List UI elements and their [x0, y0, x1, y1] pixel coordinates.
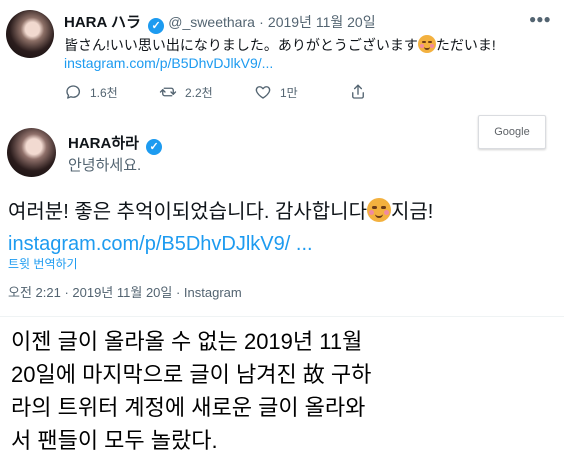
handle[interactable]: @_sweethara: [168, 14, 255, 30]
tweet-text-main: 皆さん!いい思い出になりました。ありがとうございます: [64, 37, 418, 53]
tweet-header: HARA ハラ ✓ @_sweethara · 2019년 11월 20일: [64, 12, 534, 34]
detail-subtitle: 안녕하세요.: [68, 157, 142, 174]
tweet-text: 皆さん!いい思い出になりました。ありがとうございます ただいま!: [64, 35, 552, 55]
translated-tweet-body: 여러분! 좋은 추억이되었습니다. 감사합니다 지금!: [8, 198, 558, 226]
tweet-date[interactable]: 2019년 11월 20일: [268, 14, 376, 30]
share-action[interactable]: [349, 83, 419, 101]
verified-badge-icon: ✓: [146, 139, 163, 155]
divider: [0, 316, 564, 317]
detail-instagram-link[interactable]: instagram.com/p/B5DhvDJlkV9/ ...: [8, 230, 313, 258]
detail-display-name-text[interactable]: HARA하라: [68, 135, 139, 152]
google-translate-badge[interactable]: Google: [478, 115, 546, 149]
tweet-text-ending: ただいま!: [435, 37, 496, 53]
smiling-face-emoji-icon: [366, 198, 391, 222]
retweet-action[interactable]: 2.2천: [159, 83, 229, 101]
more-icon[interactable]: ●●●: [529, 12, 551, 26]
like-count: 1만: [280, 85, 298, 100]
news-caption: 이젠 글이 올라올 수 없는 2019년 11월 20일에 마지막으로 글이 남…: [11, 329, 372, 453]
retweet-icon: [159, 87, 177, 97]
retweet-count: 2.2천: [185, 85, 213, 100]
share-icon: [352, 84, 364, 99]
heart-icon: [255, 86, 271, 99]
instagram-link[interactable]: instagram.com/p/B5DhvDJlkV9/...: [64, 54, 273, 73]
verified-badge-icon: ✓: [148, 18, 165, 34]
translate-tweet-link[interactable]: 트윗 번역하기: [8, 255, 78, 273]
reply-action[interactable]: 1.6천: [64, 83, 134, 101]
top-tweet-card[interactable]: HARA ハラ ✓ @_sweethara · 2019년 11월 20일 ●●…: [0, 0, 564, 110]
like-action[interactable]: 1만: [254, 83, 324, 101]
tweet-actions: 1.6천 2.2천 1만: [64, 82, 476, 102]
tweet-detail: HARA하라 ✓ 안녕하세요. Google 여러분! 좋은 추억이되었습니다.…: [0, 111, 564, 460]
reply-count: 1.6천: [90, 85, 118, 100]
smiling-face-emoji-icon: [417, 35, 436, 53]
tweet-screenshot-page: HARA ハラ ✓ @_sweethara · 2019년 11월 20일 ●●…: [0, 0, 564, 460]
tweet-timestamp[interactable]: 오전 2:21 · 2019년 11월 20일 · Instagram: [8, 284, 242, 302]
display-name[interactable]: HARA ハラ: [64, 14, 141, 31]
reply-icon: [66, 85, 81, 99]
translated-tweet-text: 여러분! 좋은 추억이되었습니다. 감사합니다: [8, 201, 367, 223]
detail-profile-avatar[interactable]: [7, 128, 56, 177]
translated-tweet-ending: 지금!: [390, 201, 434, 223]
dot-separator: ·: [259, 14, 264, 30]
profile-avatar[interactable]: [6, 10, 54, 58]
detail-display-name[interactable]: HARA하라 ✓: [68, 134, 163, 155]
